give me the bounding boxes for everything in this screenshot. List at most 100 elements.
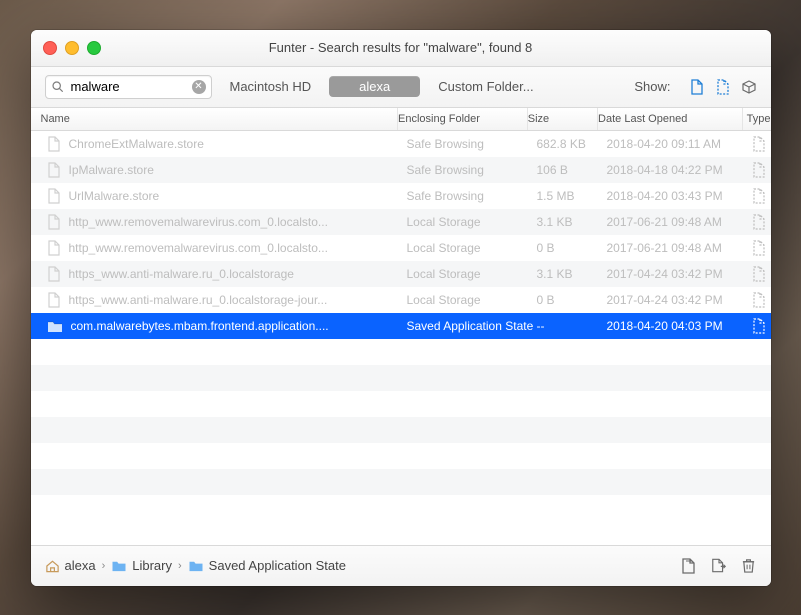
path-bar: alexa › Library › Saved Application State bbox=[31, 545, 771, 586]
file-size: 682.8 KB bbox=[537, 137, 607, 151]
file-type-icon bbox=[752, 318, 771, 334]
folder-icon bbox=[111, 559, 127, 572]
enclosing-folder: Local Storage bbox=[407, 293, 537, 307]
home-icon bbox=[45, 559, 60, 573]
table-row bbox=[31, 443, 771, 469]
breadcrumb-item[interactable]: Saved Application State bbox=[188, 558, 346, 573]
table-row[interactable]: IpMalware.store Safe Browsing106 B2018-04… bbox=[31, 157, 771, 183]
table-row[interactable]: https_www.anti-malware.ru_0.localstorage… bbox=[31, 261, 771, 287]
row-icon bbox=[47, 136, 61, 152]
scope-user-selected[interactable]: alexa bbox=[329, 76, 420, 97]
file-name: com.malwarebytes.mbam.frontend.applicati… bbox=[71, 319, 329, 333]
file-size: 106 B bbox=[537, 163, 607, 177]
column-name[interactable]: Name bbox=[31, 108, 399, 130]
minimize-window-button[interactable] bbox=[65, 41, 79, 55]
file-size: 3.1 KB bbox=[537, 215, 607, 229]
file-type-icon bbox=[752, 292, 771, 308]
scope-macintosh-hd[interactable]: Macintosh HD bbox=[230, 79, 312, 94]
column-size[interactable]: Size bbox=[528, 108, 598, 130]
file-name: https_www.anti-malware.ru_0.localstorage… bbox=[69, 293, 328, 307]
file-type-icon bbox=[752, 240, 771, 256]
file-name: http_www.removemalwarevirus.com_0.locals… bbox=[69, 215, 328, 229]
file-date: 2017-04-24 03:42 PM bbox=[607, 293, 752, 307]
file-date: 2018-04-20 04:03 PM bbox=[607, 319, 752, 333]
breadcrumb-label: Saved Application State bbox=[209, 558, 346, 573]
toolbar: ✕ Macintosh HD alexa Custom Folder... Sh… bbox=[31, 67, 771, 108]
trash-button[interactable] bbox=[741, 558, 757, 574]
file-size: 0 B bbox=[537, 241, 607, 255]
enclosing-folder: Safe Browsing bbox=[407, 163, 537, 177]
table-row[interactable]: http_www.removemalwarevirus.com_0.locals… bbox=[31, 235, 771, 261]
file-size: 0 B bbox=[537, 293, 607, 307]
show-packages-icon[interactable] bbox=[741, 79, 757, 95]
table-row bbox=[31, 365, 771, 391]
chevron-right-icon: › bbox=[100, 560, 108, 572]
search-field[interactable]: ✕ bbox=[45, 75, 212, 99]
enclosing-folder: Local Storage bbox=[407, 241, 537, 255]
file-name: http_www.removemalwarevirus.com_0.locals… bbox=[69, 241, 328, 255]
file-date: 2017-04-24 03:42 PM bbox=[607, 267, 752, 281]
window-title: Funter - Search results for "malware", f… bbox=[31, 40, 771, 55]
show-hidden-files-icon[interactable] bbox=[715, 79, 731, 95]
column-folder[interactable]: Enclosing Folder bbox=[398, 108, 528, 130]
table-row[interactable]: ChromeExtMalware.store Safe Browsing682.8… bbox=[31, 131, 771, 157]
file-date: 2017-06-21 09:48 AM bbox=[607, 215, 752, 229]
table-row bbox=[31, 339, 771, 365]
file-date: 2018-04-20 09:11 AM bbox=[607, 137, 752, 151]
breadcrumb-item[interactable]: alexa bbox=[45, 558, 96, 573]
results-table: ChromeExtMalware.storeSafe Browsing682.8… bbox=[31, 131, 771, 545]
folder-icon bbox=[188, 559, 204, 572]
clear-search-button[interactable]: ✕ bbox=[192, 80, 206, 94]
file-name: IpMalware.store bbox=[69, 163, 154, 177]
enclosing-folder: Safe Browsing bbox=[407, 189, 537, 203]
row-icon bbox=[47, 266, 61, 282]
table-row[interactable]: com.malwarebytes.mbam.frontend.applicati… bbox=[31, 313, 771, 339]
file-size: 1.5 MB bbox=[537, 189, 607, 203]
file-name: ChromeExtMalware.store bbox=[69, 137, 204, 151]
table-row[interactable]: https_www.anti-malware.ru_0.localstorage… bbox=[31, 287, 771, 313]
toggle-hidden-button[interactable] bbox=[711, 558, 727, 574]
row-icon bbox=[47, 214, 61, 230]
scope-custom-folder[interactable]: Custom Folder... bbox=[438, 79, 533, 94]
table-row bbox=[31, 469, 771, 495]
close-window-button[interactable] bbox=[43, 41, 57, 55]
breadcrumb-label: alexa bbox=[65, 558, 96, 573]
column-type[interactable]: Type bbox=[743, 108, 771, 130]
table-row bbox=[31, 495, 771, 521]
enclosing-folder: Local Storage bbox=[407, 267, 537, 281]
file-type-icon bbox=[752, 162, 771, 178]
row-icon bbox=[47, 292, 61, 308]
file-type-icon bbox=[752, 266, 771, 282]
column-date[interactable]: Date Last Opened bbox=[598, 108, 743, 130]
breadcrumb-label: Library bbox=[132, 558, 172, 573]
zoom-window-button[interactable] bbox=[87, 41, 101, 55]
file-name: UrlMalware.store bbox=[69, 189, 160, 203]
file-type-icon bbox=[752, 188, 771, 204]
file-size: 3.1 KB bbox=[537, 267, 607, 281]
search-icon bbox=[51, 80, 64, 93]
file-type-icon bbox=[752, 136, 771, 152]
enclosing-folder: Safe Browsing bbox=[407, 137, 537, 151]
titlebar: Funter - Search results for "malware", f… bbox=[31, 30, 771, 67]
row-icon bbox=[47, 162, 61, 178]
table-row[interactable]: UrlMalware.store Safe Browsing1.5 MB2018-… bbox=[31, 183, 771, 209]
row-icon bbox=[47, 319, 63, 333]
file-name: https_www.anti-malware.ru_0.localstorage bbox=[69, 267, 294, 281]
file-type-icon bbox=[752, 214, 771, 230]
table-row[interactable]: http_www.removemalwarevirus.com_0.locals… bbox=[31, 209, 771, 235]
table-row bbox=[31, 391, 771, 417]
file-size: -- bbox=[537, 319, 607, 333]
chevron-right-icon: › bbox=[176, 560, 184, 572]
file-date: 2017-06-21 09:48 AM bbox=[607, 241, 752, 255]
file-date: 2018-04-18 04:22 PM bbox=[607, 163, 752, 177]
enclosing-folder: Saved Application State bbox=[407, 319, 537, 333]
breadcrumb-item[interactable]: Library bbox=[111, 558, 172, 573]
table-header: Name Enclosing Folder Size Date Last Ope… bbox=[31, 108, 771, 131]
reveal-in-finder-button[interactable] bbox=[681, 558, 697, 574]
file-date: 2018-04-20 03:43 PM bbox=[607, 189, 752, 203]
show-visible-files-icon[interactable] bbox=[689, 79, 705, 95]
traffic-lights bbox=[31, 41, 101, 55]
row-icon bbox=[47, 240, 61, 256]
enclosing-folder: Local Storage bbox=[407, 215, 537, 229]
search-input[interactable] bbox=[69, 78, 187, 95]
